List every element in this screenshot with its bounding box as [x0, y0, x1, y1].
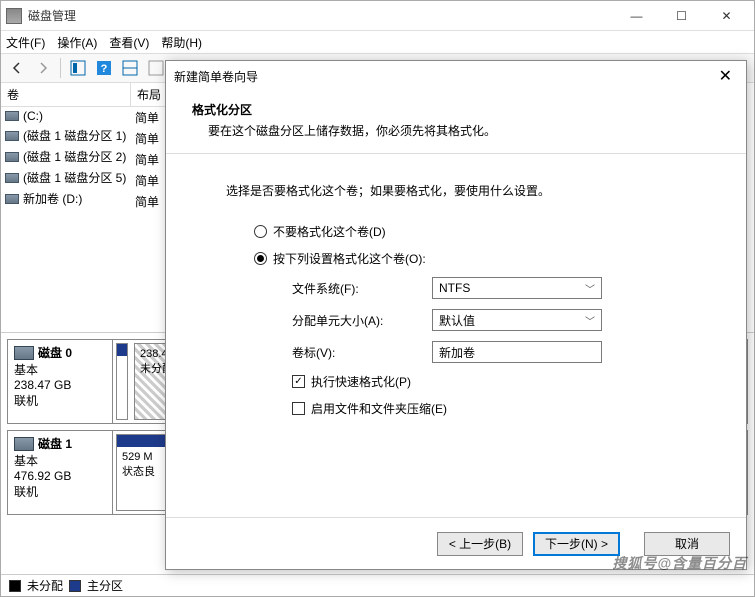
radio-format-with-settings[interactable]: 按下列设置格式化这个卷(O): [254, 250, 706, 267]
volume-row[interactable]: 新加卷 (D:) [1, 188, 131, 209]
cancel-button[interactable]: 取消 [644, 532, 730, 556]
back-button[interactable]: < 上一步(B) [437, 532, 523, 556]
compression-checkbox[interactable]: 启用文件和文件夹压缩(E) [292, 400, 706, 417]
quick-format-checkbox[interactable]: ✓ 执行快速格式化(P) [292, 373, 706, 390]
chevron-down-icon: ﹀ [585, 313, 595, 328]
compression-label: 启用文件和文件夹压缩(E) [311, 400, 447, 417]
disk-name: 磁盘 1 [38, 435, 72, 452]
allocation-unit-select[interactable]: 默认值 ﹀ [432, 309, 602, 331]
volume-row[interactable]: (C:) [1, 107, 131, 125]
filesystem-value: NTFS [439, 281, 470, 295]
next-button[interactable]: 下一步(N) > [533, 532, 620, 556]
radio-label: 按下列设置格式化这个卷(O): [273, 250, 426, 267]
volume-label-label: 卷标(V): [292, 344, 432, 361]
volume-name: (磁盘 1 磁盘分区 1) [23, 127, 126, 144]
disk-type: 基本 [14, 361, 106, 378]
disk-size: 476.92 GB [14, 469, 106, 483]
toolbar-icon-1[interactable] [67, 57, 89, 79]
wizard-body: 选择是否要格式化这个卷；如果要格式化，要使用什么设置。 不要格式化这个卷(D) … [166, 154, 746, 517]
checkbox-checked-icon: ✓ [292, 375, 305, 388]
disk-status: 联机 [14, 392, 106, 409]
menu-file[interactable]: 文件(F) [6, 34, 45, 51]
allocation-unit-row: 分配单元大小(A): 默认值 ﹀ [292, 309, 706, 331]
volume-name: (磁盘 1 磁盘分区 5) [23, 169, 126, 186]
close-button[interactable]: ✕ [704, 2, 749, 30]
minimize-button[interactable]: — [614, 2, 659, 30]
wizard-close-button[interactable]: ✕ [713, 66, 738, 86]
toolbar-icon-2[interactable] [119, 57, 141, 79]
chevron-down-icon: ﹀ [585, 281, 595, 296]
volume-label-input[interactable]: 新加卷 [432, 341, 602, 363]
allocation-unit-label: 分配单元大小(A): [292, 312, 432, 329]
watermark: 搜狐号@含量百分百 [612, 553, 747, 573]
disk-0-label: 磁盘 0 基本 238.47 GB 联机 [8, 340, 113, 423]
disk-status: 联机 [14, 483, 106, 500]
window-title: 磁盘管理 [28, 7, 614, 24]
legend-primary-icon [69, 580, 81, 592]
legend-unallocated-icon [9, 580, 21, 592]
titlebar: 磁盘管理 — ☐ ✕ [1, 1, 754, 31]
col-volume-header[interactable]: 卷 [1, 83, 131, 106]
radio-do-not-format[interactable]: 不要格式化这个卷(D) [254, 223, 706, 240]
back-button[interactable] [6, 57, 28, 79]
menu-help[interactable]: 帮助(H) [161, 34, 202, 51]
partition-primary[interactable]: 529 M 状态良 [116, 434, 166, 511]
menu-view[interactable]: 查看(V) [109, 34, 149, 51]
allocation-unit-value: 默认值 [439, 312, 475, 329]
forward-button[interactable] [32, 57, 54, 79]
filesystem-select[interactable]: NTFS ﹀ [432, 277, 602, 299]
disk-name: 磁盘 0 [38, 344, 72, 361]
legend-primary-label: 主分区 [87, 577, 123, 594]
volume-icon [5, 152, 19, 162]
wizard-header: 格式化分区 要在这个磁盘分区上储存数据，你必须先将其格式化。 [166, 91, 746, 154]
volume-header-row: 卷 [1, 83, 131, 107]
filesystem-row: 文件系统(F): NTFS ﹀ [292, 277, 706, 299]
partition-stub[interactable] [116, 343, 128, 420]
help-icon[interactable]: ? [93, 57, 115, 79]
wizard-title: 新建简单卷向导 [174, 68, 713, 85]
wizard-instruction: 选择是否要格式化这个卷；如果要格式化，要使用什么设置。 [226, 182, 706, 199]
maximize-button[interactable]: ☐ [659, 2, 704, 30]
volume-column: 卷 (C:) (磁盘 1 磁盘分区 1) (磁盘 1 磁盘分区 2) (磁盘 1… [1, 83, 131, 332]
disk-icon [14, 346, 34, 360]
volume-row[interactable]: (磁盘 1 磁盘分区 1) [1, 125, 131, 146]
wizard-subheading: 要在这个磁盘分区上储存数据，你必须先将其格式化。 [192, 122, 720, 139]
menubar: 文件(F) 操作(A) 查看(V) 帮助(H) [1, 31, 754, 53]
toolbar-separator [60, 58, 61, 78]
volume-label-row: 卷标(V): 新加卷 [292, 341, 706, 363]
checkbox-icon [292, 402, 305, 415]
menu-action[interactable]: 操作(A) [57, 34, 97, 51]
volume-icon [5, 131, 19, 141]
legend: 未分配 主分区 [1, 574, 754, 596]
volume-name: (C:) [23, 109, 43, 123]
app-icon [6, 8, 22, 24]
quick-format-label: 执行快速格式化(P) [311, 373, 411, 390]
radio-label: 不要格式化这个卷(D) [273, 223, 386, 240]
new-simple-volume-wizard: 新建简单卷向导 ✕ 格式化分区 要在这个磁盘分区上储存数据，你必须先将其格式化。… [165, 60, 747, 570]
volume-icon [5, 111, 19, 121]
radio-icon [254, 225, 267, 238]
partition-size: 529 M [122, 451, 160, 463]
volume-icon [5, 173, 19, 183]
disk-type: 基本 [14, 452, 106, 469]
disk-size: 238.47 GB [14, 378, 106, 392]
volume-icon [5, 194, 19, 204]
volume-label-value: 新加卷 [439, 344, 475, 361]
volume-name: 新加卷 (D:) [23, 190, 82, 207]
partition-status: 状态良 [122, 463, 160, 479]
disk-icon [14, 437, 34, 451]
radio-icon-checked [254, 252, 267, 265]
wizard-titlebar: 新建简单卷向导 ✕ [166, 61, 746, 91]
svg-text:?: ? [101, 63, 108, 75]
volume-row[interactable]: (磁盘 1 磁盘分区 2) [1, 146, 131, 167]
toolbar-icon-3[interactable] [145, 57, 167, 79]
disk-1-label: 磁盘 1 基本 476.92 GB 联机 [8, 431, 113, 514]
volume-row[interactable]: (磁盘 1 磁盘分区 5) [1, 167, 131, 188]
legend-unallocated-label: 未分配 [27, 577, 63, 594]
wizard-heading: 格式化分区 [192, 101, 720, 118]
filesystem-label: 文件系统(F): [292, 280, 432, 297]
volume-name: (磁盘 1 磁盘分区 2) [23, 148, 126, 165]
window-controls: — ☐ ✕ [614, 2, 749, 30]
